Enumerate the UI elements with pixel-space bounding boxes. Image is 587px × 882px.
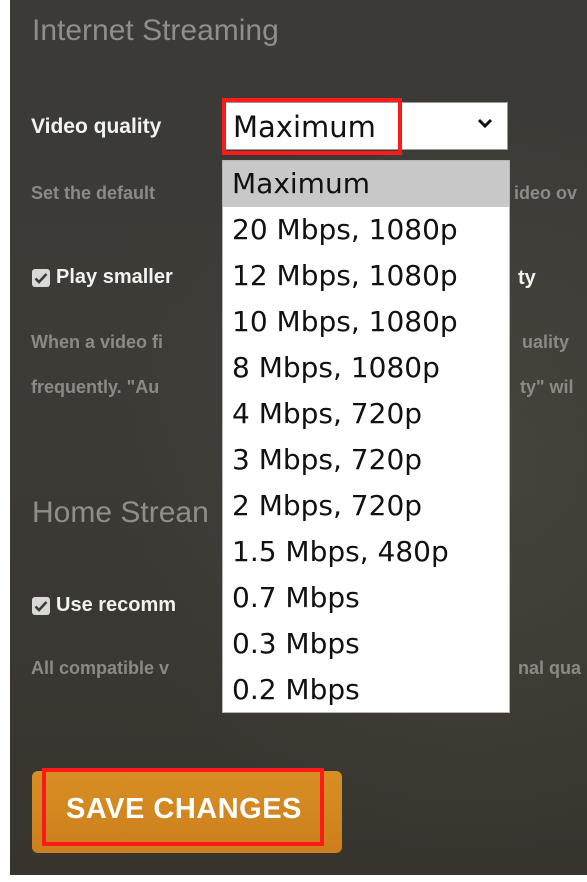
quality-option-10mbps-1080p[interactable]: 10 Mbps, 1080p <box>223 299 509 345</box>
quality-option-8mbps-1080p[interactable]: 8 Mbps, 1080p <box>223 345 509 391</box>
quality-option-2mbps-720p[interactable]: 2 Mbps, 720p <box>223 483 509 529</box>
save-changes-label: SAVE CHANGES <box>66 793 302 825</box>
quality-option-4mbps-720p[interactable]: 4 Mbps, 720p <box>223 391 509 437</box>
internet-streaming-heading: Internet Streaming <box>32 14 279 47</box>
use-recommended-checkbox[interactable] <box>32 596 50 615</box>
quality-option-0-2mbps[interactable]: 0.2 Mbps <box>223 667 509 713</box>
save-changes-button[interactable]: SAVE CHANGES <box>32 771 342 853</box>
quality-option-20mbps-1080p[interactable]: 20 Mbps, 1080p <box>223 207 509 253</box>
video-quality-dropdown[interactable]: Maximum 20 Mbps, 1080p 12 Mbps, 1080p 10… <box>222 160 510 713</box>
play-smaller-label: Play smaller <box>56 266 173 288</box>
play-smaller-checkbox[interactable] <box>32 268 50 287</box>
checkmark-icon <box>34 272 48 284</box>
play-smaller-checkbox-row[interactable]: Play smaller <box>32 266 173 289</box>
video-quality-select[interactable]: Maximum <box>222 102 508 150</box>
description-line1-start: When a video fi <box>31 332 164 352</box>
quality-option-3mbps-720p[interactable]: 3 Mbps, 720p <box>223 437 509 483</box>
description-line2-end: ty" wil <box>520 377 574 397</box>
quality-option-0-3mbps[interactable]: 0.3 Mbps <box>223 621 509 667</box>
quality-option-12mbps-1080p[interactable]: 12 Mbps, 1080p <box>223 253 509 299</box>
quality-option-maximum[interactable]: Maximum <box>223 161 509 207</box>
description-line1-end: uality <box>522 332 570 352</box>
play-smaller-label-tail: ty <box>518 267 536 289</box>
home-description-start: All compatible v <box>31 658 170 678</box>
chevron-down-icon <box>477 118 493 129</box>
quality-option-1-5mbps-480p[interactable]: 1.5 Mbps, 480p <box>223 529 509 575</box>
quality-option-0-7mbps[interactable]: 0.7 Mbps <box>223 575 509 621</box>
description-line2-start: frequently. "Au <box>31 377 160 397</box>
home-streaming-heading: Home Strean <box>32 496 209 529</box>
home-description-end: nal qua <box>518 658 582 678</box>
video-quality-label: Video quality <box>31 115 162 138</box>
video-quality-help-text-tail: ideo ov <box>514 183 578 203</box>
use-recommended-checkbox-row[interactable]: Use recomm <box>32 594 176 617</box>
checkmark-icon <box>34 600 48 612</box>
video-quality-selected-value: Maximum <box>233 110 376 144</box>
use-recommended-label: Use recomm <box>56 594 177 616</box>
video-quality-help-text: Set the default <box>31 183 156 203</box>
